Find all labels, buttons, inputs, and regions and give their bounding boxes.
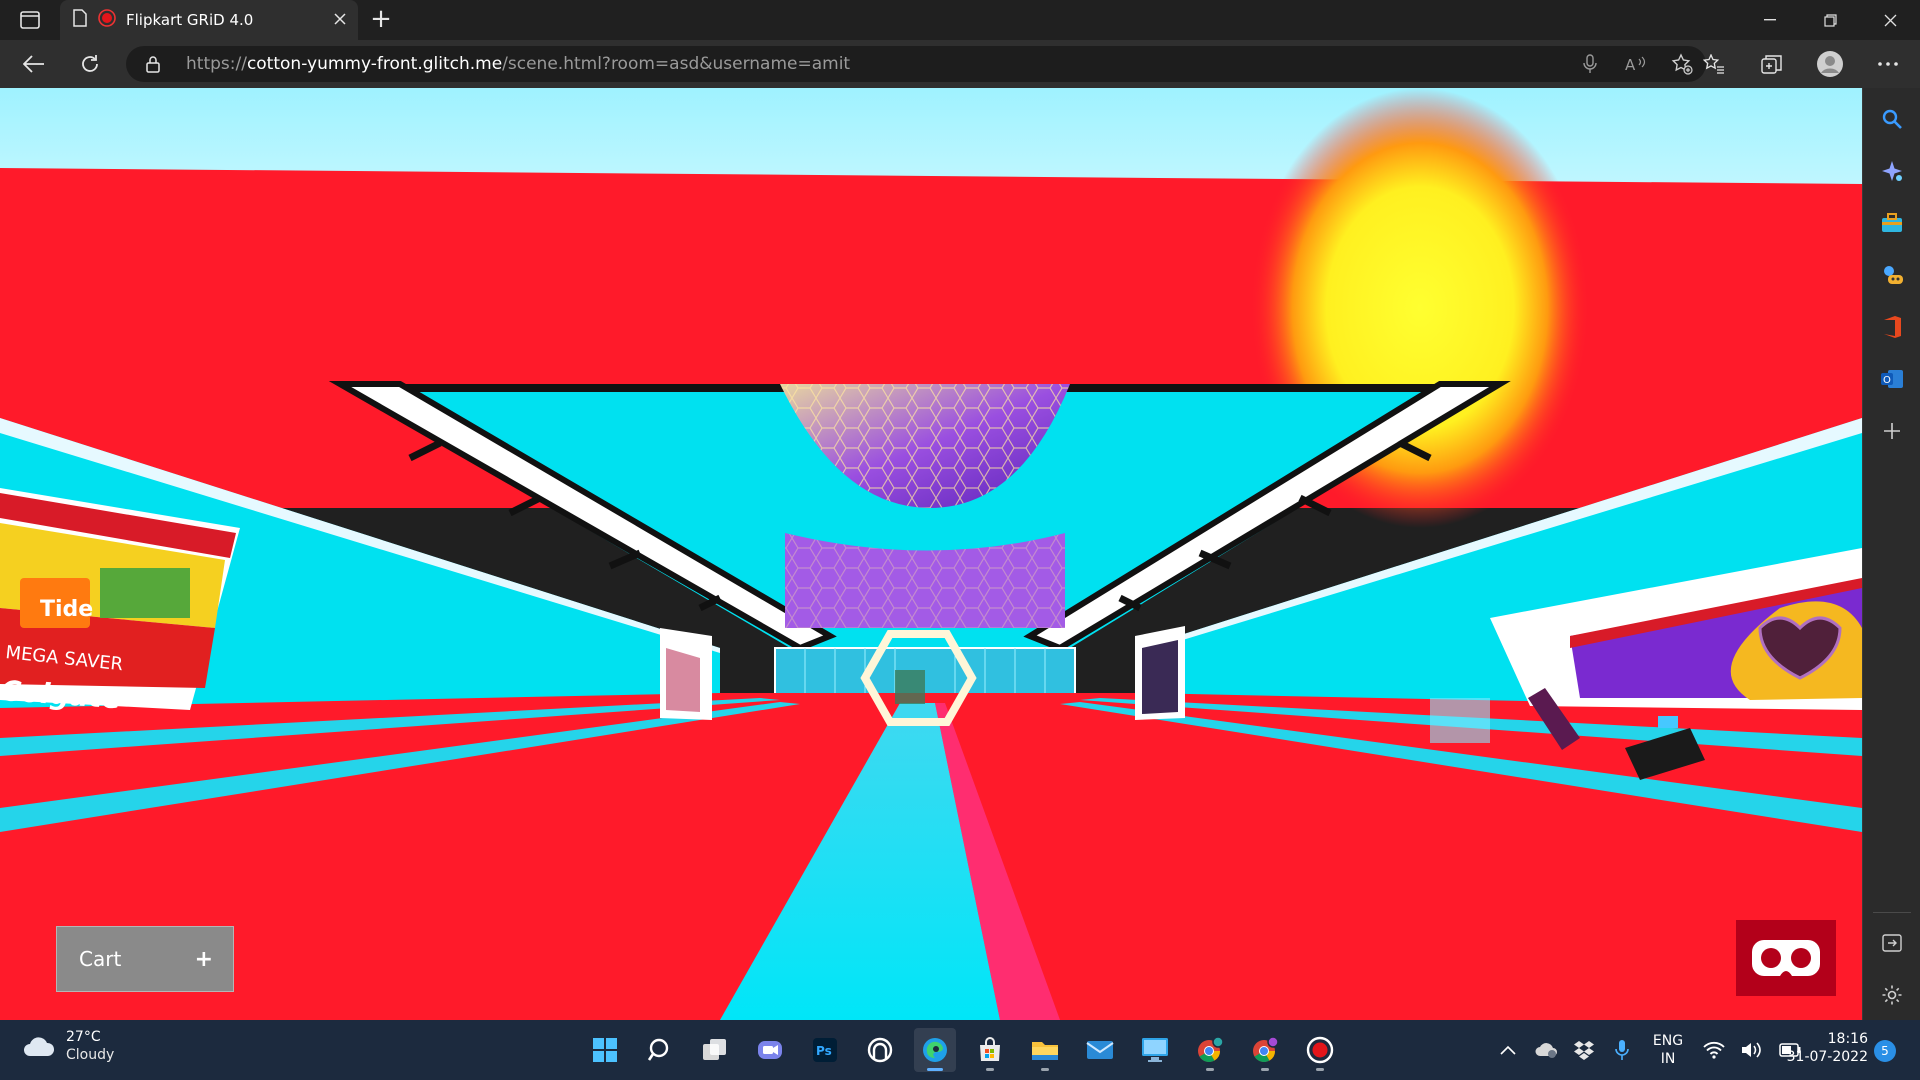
microphone-tray-icon[interactable]: [1610, 1030, 1634, 1070]
billboard-tide-text: Tide: [40, 597, 93, 622]
close-tab-icon[interactable]: [334, 11, 346, 29]
recorder-running-indicator: [1316, 1068, 1324, 1071]
taskbar-apps: Ps: [584, 1028, 1341, 1072]
virtual-store-scene[interactable]: Tide MEGA SAVER Colgate: [0, 88, 1862, 1020]
page-icon: [72, 9, 88, 31]
poster-left-image: [666, 648, 700, 712]
add-sidebar-item-icon[interactable]: [1877, 416, 1907, 446]
glass-panel: [1430, 698, 1490, 743]
outlook-icon[interactable]: O: [1877, 364, 1907, 394]
remote-desktop-icon[interactable]: [1134, 1028, 1176, 1072]
screen-recorder-icon[interactable]: [1299, 1028, 1341, 1072]
svg-text:O: O: [1883, 375, 1891, 386]
taskbar: 27°C Cloudy Ps ENG IN 18:16 31-07-2022 5: [0, 1020, 1920, 1080]
cart-plus-icon: +: [194, 946, 213, 972]
url-host: cotton-yummy-front.glitch.me: [246, 54, 503, 74]
microphone-icon[interactable]: [1576, 51, 1604, 77]
svg-text:Ps: Ps: [816, 1044, 832, 1058]
mail-icon[interactable]: [1079, 1028, 1121, 1072]
new-tab-button[interactable]: +: [366, 6, 396, 34]
profile-avatar-icon[interactable]: [1816, 51, 1844, 77]
search-icon[interactable]: [1877, 104, 1907, 134]
hide-sidebar-icon[interactable]: [1877, 928, 1907, 958]
address-bar-actions: A: [1576, 51, 1696, 77]
window-controls: [1740, 0, 1920, 40]
dropbox-icon[interactable]: [1572, 1030, 1596, 1070]
system-tray: ENG IN: [1496, 1030, 1802, 1070]
clock-date: 31-07-2022: [1786, 1049, 1868, 1065]
language-code: ENG: [1652, 1033, 1684, 1049]
onedrive-icon[interactable]: [1534, 1030, 1558, 1070]
tab-actions-icon[interactable]: [14, 8, 46, 32]
left-billboard[interactable]: Tide MEGA SAVER Colgate: [0, 488, 240, 715]
title-bar: Flipkart GRiD 4.0 +: [0, 0, 1920, 40]
explorer-running-indicator: [1041, 1068, 1049, 1071]
close-window-icon[interactable]: [1860, 0, 1920, 40]
teams-chat-icon[interactable]: [749, 1028, 791, 1072]
microsoft-store-icon[interactable]: [969, 1028, 1011, 1072]
chrome-profile-running-indicator: [1261, 1068, 1269, 1071]
file-explorer-icon[interactable]: [1024, 1028, 1066, 1072]
volume-icon[interactable]: [1740, 1030, 1764, 1070]
clock[interactable]: 18:16 31-07-2022: [1782, 1030, 1868, 1066]
chrome-profile-icon[interactable]: [1244, 1028, 1286, 1072]
back-icon[interactable]: [16, 48, 52, 80]
edge-sidebar: O: [1862, 88, 1920, 1020]
wifi-icon[interactable]: [1702, 1030, 1726, 1070]
weather-temperature: 27°C: [66, 1029, 101, 1045]
task-view-icon[interactable]: [694, 1028, 736, 1072]
read-aloud-icon[interactable]: A: [1622, 51, 1650, 77]
navigation-bar: https://cotton-yummy-front.glitch.me/sce…: [0, 40, 1920, 88]
region-code: IN: [1660, 1051, 1676, 1067]
sidebar-divider: [1873, 912, 1911, 913]
games-icon[interactable]: [1877, 260, 1907, 290]
cart-label: Cart: [79, 947, 122, 971]
recording-icon: [98, 9, 116, 31]
tab-active[interactable]: Flipkart GRiD 4.0: [60, 0, 358, 40]
refresh-icon[interactable]: [72, 48, 108, 80]
edge-running-indicator: [927, 1068, 943, 1071]
hexagon-inner: [895, 670, 925, 704]
chevron-up-icon[interactable]: [1496, 1030, 1520, 1070]
weather-condition: Cloudy: [66, 1047, 115, 1063]
poster-right-image: [1142, 640, 1178, 714]
svg-text:A: A: [1625, 56, 1636, 73]
more-options-icon[interactable]: [1874, 51, 1902, 77]
photoshop-icon[interactable]: Ps: [804, 1028, 846, 1072]
collections-icon[interactable]: [1758, 51, 1786, 77]
minimize-icon[interactable]: [1740, 0, 1800, 40]
start-icon[interactable]: [584, 1028, 626, 1072]
tab-title: Flipkart GRiD 4.0: [126, 11, 254, 29]
address-bar[interactable]: https://cotton-yummy-front.glitch.me/sce…: [126, 46, 1706, 82]
chrome-running-indicator: [1206, 1068, 1214, 1071]
vr-mode-button[interactable]: [1736, 920, 1836, 996]
notification-badge[interactable]: 5: [1874, 1040, 1896, 1062]
cart-button[interactable]: Cart +: [56, 926, 234, 992]
tools-icon[interactable]: [1877, 208, 1907, 238]
url-scheme: https://: [186, 54, 247, 74]
url-path: /scene.html?room=asd&username=amit: [502, 54, 851, 74]
favorites-icon[interactable]: [1700, 51, 1728, 77]
edge-icon[interactable]: [914, 1028, 956, 1072]
language-indicator[interactable]: ENG IN: [1648, 1032, 1688, 1068]
weather-widget[interactable]: 27°C Cloudy: [22, 1028, 114, 1064]
clock-time: 18:16: [1827, 1031, 1868, 1047]
browser-toolbar: [1700, 51, 1902, 77]
browser-window: Flipkart GRiD 4.0 + https://cotton-yummy…: [0, 0, 1920, 1080]
page-content: Tide MEGA SAVER Colgate Cart +: [0, 88, 1862, 1020]
settings-gear-icon[interactable]: [1877, 980, 1907, 1010]
restore-icon[interactable]: [1800, 0, 1860, 40]
discover-icon[interactable]: [1877, 156, 1907, 186]
store-running-indicator: [986, 1068, 994, 1071]
chrome-icon[interactable]: [1189, 1028, 1231, 1072]
vr-headset-icon: [1752, 940, 1820, 976]
cloud-icon: [24, 1037, 55, 1056]
taskbar-search-icon[interactable]: [639, 1028, 681, 1072]
app-icon-arch[interactable]: [859, 1028, 901, 1072]
lock-icon[interactable]: [146, 55, 160, 77]
add-favorite-icon[interactable]: [1668, 51, 1696, 77]
url-text[interactable]: https://cotton-yummy-front.glitch.me/sce…: [186, 54, 850, 74]
office-icon[interactable]: [1877, 312, 1907, 342]
